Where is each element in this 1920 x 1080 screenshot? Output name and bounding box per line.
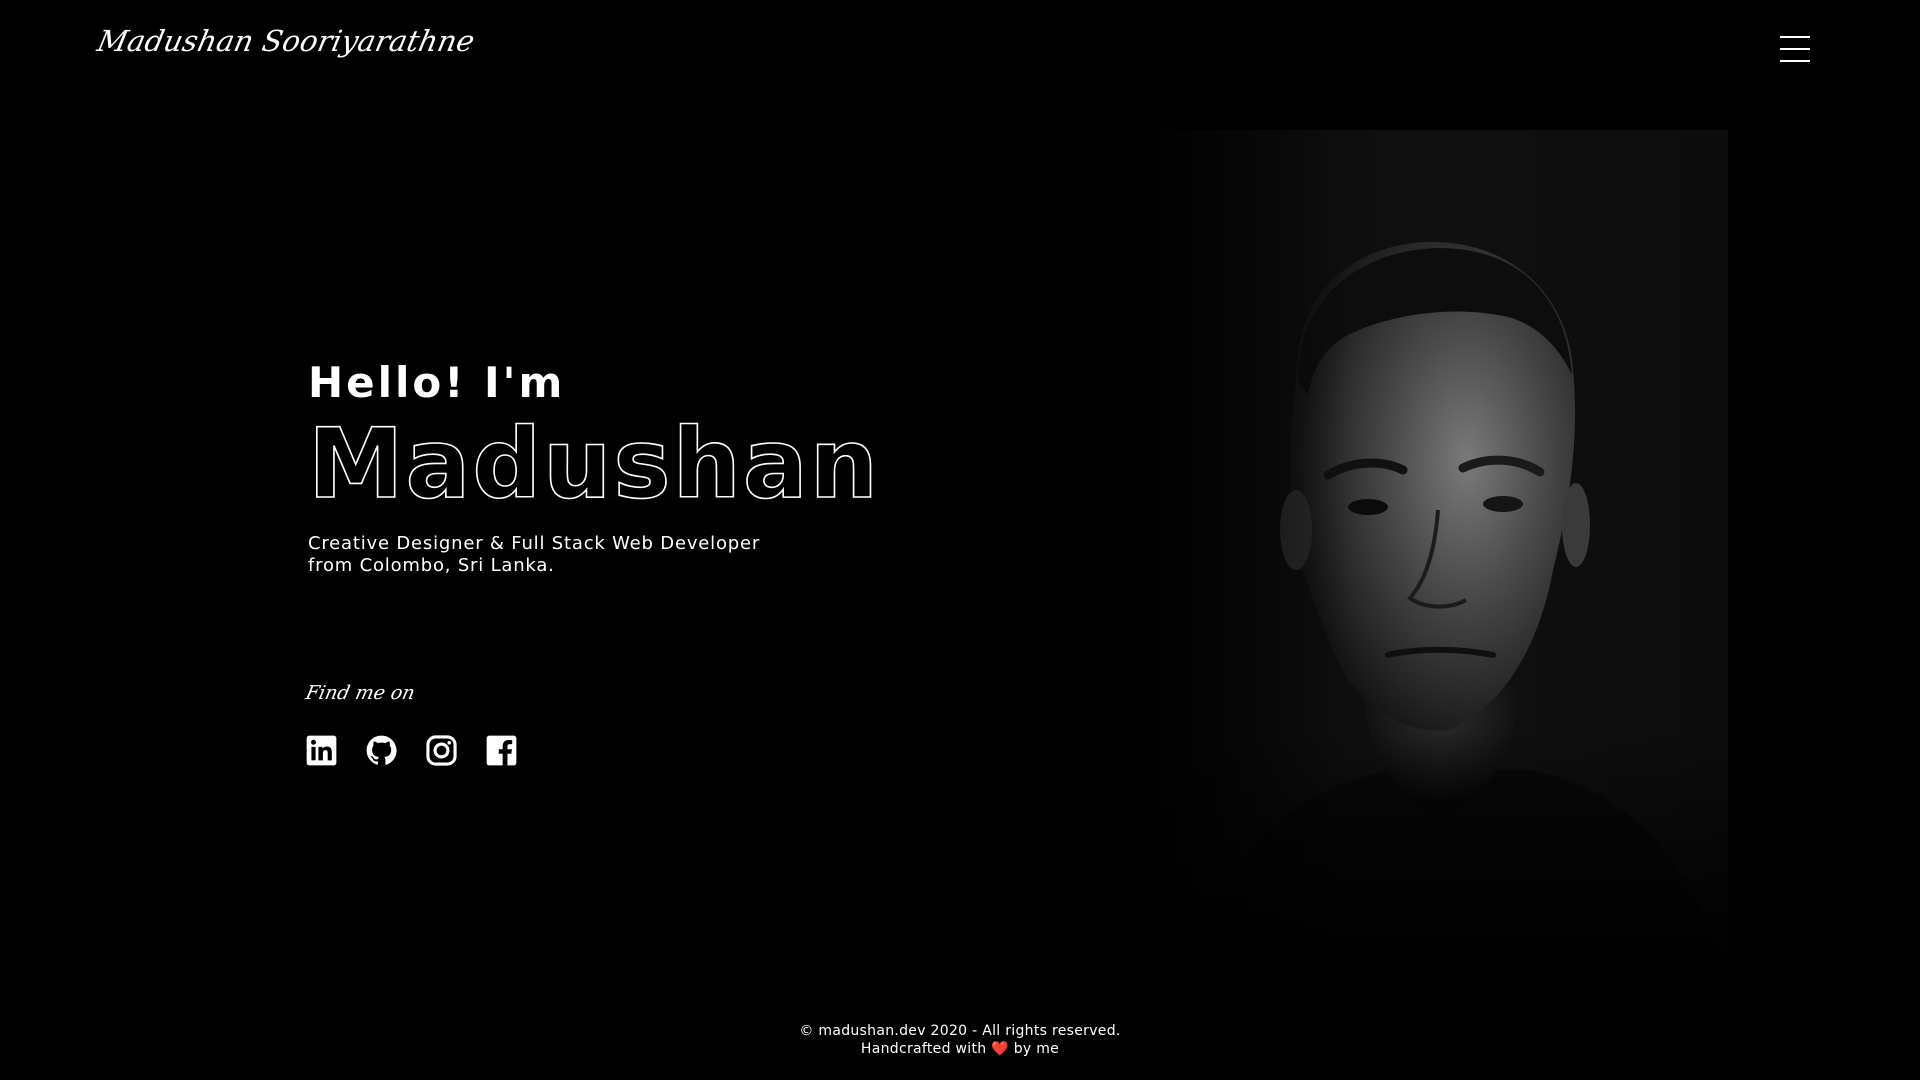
footer: © madushan.dev 2020 - All rights reserve… [0,1022,1920,1058]
footer-copyright: © madushan.dev 2020 - All rights reserve… [799,1023,1121,1039]
tagline-line: Creative Designer & Full Stack Web Devel… [308,532,761,554]
menu-line [1780,48,1810,50]
hero-tagline: Creative Designer & Full Stack Web Devel… [308,533,880,577]
menu-line [1780,60,1810,62]
footer-credit: Handcrafted with ❤️ by me [0,1040,1920,1058]
hamburger-menu-icon[interactable] [1780,36,1810,62]
footer-credit-prefix: Handcrafted with [860,1041,987,1057]
social-links [306,735,517,766]
instagram-icon[interactable] [426,735,457,766]
hero-section: Hello! I'm Madushan Creative Designer & … [307,358,880,577]
linkedin-icon[interactable] [306,735,337,766]
portrait-photo [1148,130,1728,980]
facebook-icon[interactable] [486,735,517,766]
find-me-label: Find me on [303,682,418,704]
hero-greeting: Hello! I'm [308,358,566,407]
brand-logo[interactable]: Madushan Sooriyarathne [94,24,478,58]
hero-name: Madushan [307,408,880,520]
menu-line [1780,36,1810,38]
github-icon[interactable] [366,735,397,766]
tagline-line: from Colombo, Sri Lanka. [308,554,555,576]
footer-credit-suffix: by me [1013,1041,1060,1057]
heart-icon: ❤️ [991,1041,1009,1057]
portrait-illustration [1148,130,1728,980]
